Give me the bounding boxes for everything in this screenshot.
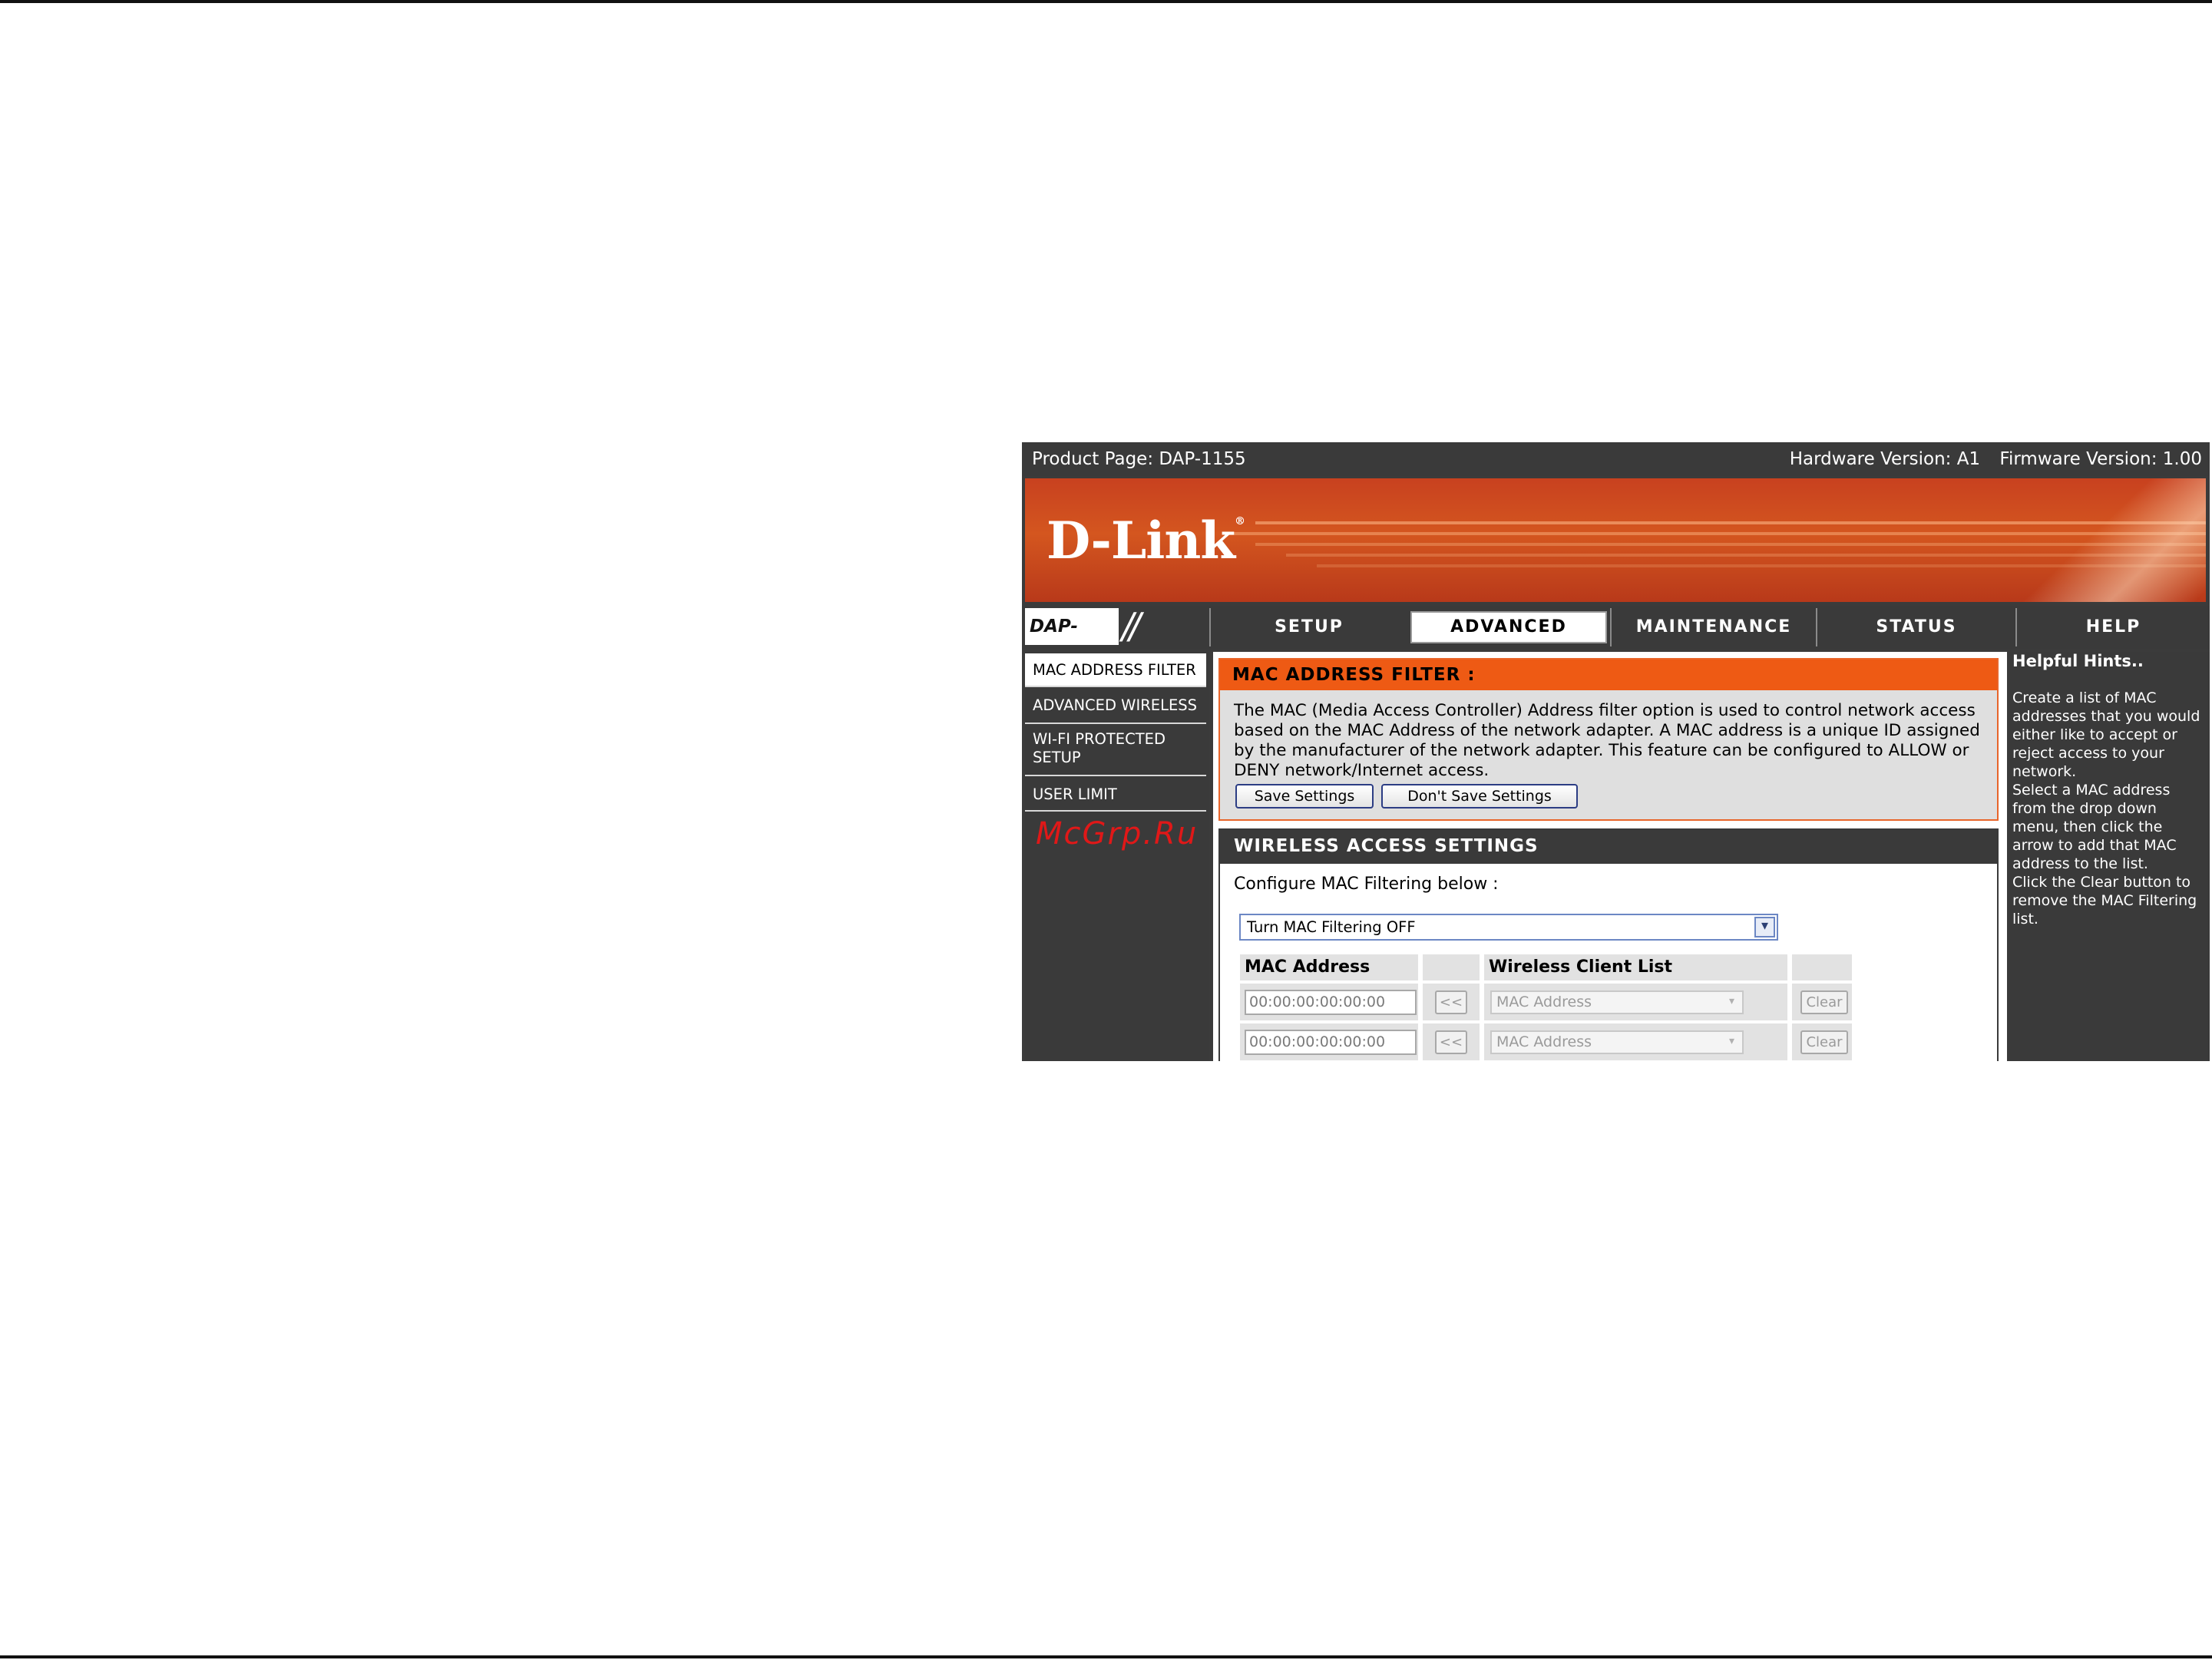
router-admin-screenshot: Product Page: DAP-1155 Hardware Version:…	[1022, 442, 2210, 1061]
help-hint: Create a list of MAC addresses that you …	[2012, 689, 2200, 780]
help-panel: Helpful Hints.. Create a list of MAC add…	[2007, 652, 2210, 1061]
sidebar-item-advanced-wireless[interactable]: ADVANCED WIRELESS	[1025, 689, 1206, 724]
sidebar-item-wifi-protected-setup[interactable]: WI-FI PROTECTED SETUP	[1025, 726, 1206, 776]
clear-button[interactable]: Clear	[1800, 1030, 1848, 1054]
clear-button[interactable]: Clear	[1800, 990, 1848, 1014]
wireless-client-select[interactable]: MAC Address ▾	[1490, 1030, 1744, 1054]
column-header-wireless-client-list: Wireless Client List	[1484, 954, 1787, 980]
model-name: DAP-1155	[1025, 608, 1119, 673]
brand-banner: D-Link®	[1025, 478, 2206, 602]
page-bottom-rule	[0, 1655, 2212, 1658]
column-header-spacer	[1792, 954, 1852, 980]
version-info: Hardware Version: A1 Firmware Version: 1…	[1776, 442, 2202, 476]
dlink-logo: D-Link®	[1046, 511, 1245, 570]
mac-filter-title: MAC ADDRESS FILTER :	[1220, 660, 1997, 690]
product-page-label: Product Page: DAP-1155	[1032, 449, 1246, 469]
mac-filtering-mode-select[interactable]: Turn MAC Filtering OFF ▾	[1239, 914, 1778, 941]
help-hint: Click the Clear button to remove the MAC…	[2012, 874, 2197, 928]
tab-maintenance[interactable]: MAINTENANCE	[1610, 608, 1816, 646]
mac-filter-description: The MAC (Media Access Controller) Addres…	[1234, 701, 1980, 780]
mac-filtering-mode-value: Turn MAC Filtering OFF	[1247, 918, 1416, 936]
save-settings-button[interactable]: Save Settings	[1235, 784, 1374, 809]
wireless-access-section: WIRELESS ACCESS SETTINGS Configure MAC F…	[1218, 828, 1999, 1061]
firmware-version: Firmware Version: 1.00	[1999, 449, 2202, 469]
configure-filtering-label: Configure MAC Filtering below :	[1234, 875, 1499, 894]
watermark-text: McGrp.Ru	[1036, 816, 1199, 851]
tab-help[interactable]: HELP	[2015, 608, 2210, 646]
help-hint: Select a MAC address from the drop down …	[2012, 782, 2177, 872]
model-slashes-decoration: //	[1122, 605, 1141, 646]
chevron-down-icon[interactable]: ▾	[1754, 917, 1775, 937]
add-mac-arrow-button[interactable]: <<	[1435, 1030, 1467, 1054]
wireless-client-select-value: MAC Address	[1496, 994, 1592, 1010]
top-info-bar: Product Page: DAP-1155 Hardware Version:…	[1022, 442, 2210, 476]
sidebar-item-mac-address-filter[interactable]: MAC ADDRESS FILTER	[1025, 653, 1206, 687]
left-sidebar: MAC ADDRESS FILTER ADVANCED WIRELESS WI-…	[1025, 652, 1209, 1061]
main-content: MAC ADDRESS FILTER : The MAC (Media Acce…	[1213, 652, 2018, 1061]
tab-advanced[interactable]: ADVANCED	[1407, 608, 1610, 646]
chevron-down-icon[interactable]: ▾	[1723, 1033, 1741, 1051]
hardware-version: Hardware Version: A1	[1789, 449, 1981, 469]
wireless-client-select[interactable]: MAC Address ▾	[1490, 990, 1744, 1014]
banner-sheen	[2001, 478, 2206, 602]
column-header-spacer	[1423, 954, 1480, 980]
mac-filter-section: MAC ADDRESS FILTER : The MAC (Media Acce…	[1218, 658, 1999, 821]
add-mac-arrow-button[interactable]: <<	[1435, 990, 1467, 1014]
model-badge: DAP-1155 //	[1025, 605, 1209, 673]
chevron-down-icon[interactable]: ▾	[1723, 994, 1741, 1011]
tab-status[interactable]: STATUS	[1816, 608, 2015, 646]
sidebar-item-user-limit[interactable]: USER LIMIT	[1025, 778, 1206, 812]
main-nav: DAP-1155 // SETUP ADVANCED MAINTENANCE S…	[1022, 605, 2210, 673]
mac-address-input[interactable]: 00:00:00:00:00:00	[1245, 990, 1417, 1015]
wireless-access-title: WIRELESS ACCESS SETTINGS	[1220, 828, 1997, 864]
mac-address-input[interactable]: 00:00:00:00:00:00	[1245, 1030, 1417, 1055]
dont-save-settings-button[interactable]: Don't Save Settings	[1381, 784, 1578, 809]
page-top-rule	[0, 0, 2212, 3]
column-header-mac-address: MAC Address	[1240, 954, 1418, 980]
wireless-client-select-value: MAC Address	[1496, 1033, 1592, 1050]
tab-setup[interactable]: SETUP	[1209, 608, 1407, 646]
help-title: Helpful Hints..	[2012, 652, 2144, 670]
